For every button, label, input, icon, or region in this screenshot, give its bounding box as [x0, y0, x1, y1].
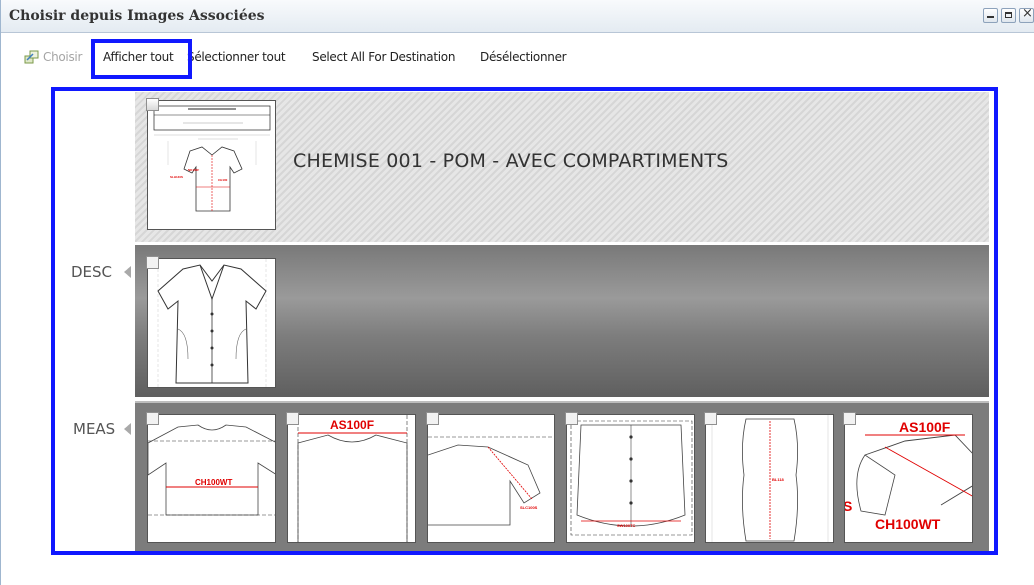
meas-label: MEAS: [73, 420, 116, 438]
dialog-window: Choisir depuis Images Associées Choisir …: [0, 0, 1034, 585]
desc-checkbox[interactable]: [146, 256, 159, 269]
meas-6-label-side: S: [845, 498, 852, 514]
svg-text:NK100F: NK100F: [188, 168, 199, 172]
document-checkbox[interactable]: [146, 98, 159, 111]
title-bar[interactable]: Choisir depuis Images Associées: [1, 0, 1034, 33]
meas-6-label-top: AS100F: [899, 419, 951, 435]
meas-1-label: CH100WT: [195, 478, 232, 487]
choose-icon: [24, 50, 39, 64]
maximize-button[interactable]: [1001, 8, 1016, 23]
show-all-highlight: [91, 39, 192, 79]
meas-thumbnail-2[interactable]: AS100F: [287, 414, 416, 543]
meas-5-label: BL118: [772, 477, 785, 482]
meas-checkbox-6[interactable]: [843, 412, 856, 425]
svg-text:CH100: CH100: [218, 178, 228, 182]
minimize-button[interactable]: [983, 8, 998, 23]
desc-thumbnail[interactable]: [147, 258, 276, 388]
meas-thumbnail-1[interactable]: CH100WT: [147, 414, 276, 543]
window-title: Choisir depuis Images Associées: [9, 8, 265, 24]
meas-arrow-icon: [124, 423, 131, 435]
select-all-for-destination-button[interactable]: Select All For Destination: [312, 50, 455, 64]
meas-2-label: AS100F: [330, 418, 374, 432]
deselect-button[interactable]: Désélectionner: [480, 50, 567, 64]
select-all-button[interactable]: Sélectionner tout: [187, 50, 286, 64]
svg-text:SLH140S: SLH140S: [170, 175, 183, 179]
desc-arrow-icon: [124, 266, 131, 278]
meas-checkbox-5[interactable]: [704, 412, 717, 425]
choose-button[interactable]: Choisir: [43, 50, 82, 64]
meas-thumbnail-3[interactable]: SLC100S: [427, 414, 555, 543]
close-button[interactable]: [1019, 6, 1034, 23]
meas-checkbox-4[interactable]: [565, 412, 578, 425]
meas-checkbox-1[interactable]: [146, 412, 159, 425]
meas-thumbnail-6[interactable]: AS100F CH100WT S: [844, 414, 973, 543]
meas-4-label: SW100TC: [617, 523, 636, 528]
meas-thumbnail-4[interactable]: SW100TC: [566, 414, 695, 543]
meas-checkbox-2[interactable]: [286, 412, 299, 425]
meas-checkbox-3[interactable]: [426, 412, 439, 425]
desc-label: DESC: [71, 263, 113, 281]
meas-3-label: SLC100S: [520, 505, 538, 510]
document-thumbnail[interactable]: SLH140S NK100F CH100: [147, 100, 276, 230]
meas-thumbnail-5[interactable]: BL118: [705, 414, 834, 543]
document-title: CHEMISE 001 - POM - AVEC COMPARTIMENTS: [293, 150, 729, 172]
meas-6-label-bottom: CH100WT: [875, 516, 941, 532]
